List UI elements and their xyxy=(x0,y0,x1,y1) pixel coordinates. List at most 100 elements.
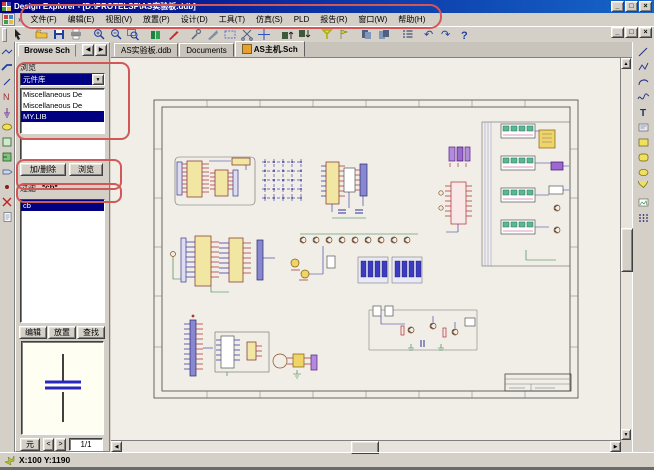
rectangle-icon[interactable] xyxy=(637,135,651,150)
browse-library-icon[interactable] xyxy=(147,27,164,42)
directive-icon[interactable] xyxy=(0,209,14,224)
annotate-pen-icon[interactable] xyxy=(164,27,181,42)
block-io[interactable] xyxy=(215,332,269,376)
menu-file[interactable]: 文件(F) xyxy=(25,14,61,25)
list-options-icon[interactable] xyxy=(398,27,415,42)
scroll-right-icon[interactable]: ▶ xyxy=(610,441,621,452)
graphic-image-icon[interactable] xyxy=(637,195,651,210)
pointer-icon[interactable] xyxy=(10,27,27,42)
arc-icon[interactable] xyxy=(637,75,651,90)
bezier-icon[interactable] xyxy=(637,90,651,105)
menu-pld[interactable]: PLD xyxy=(289,15,315,24)
menu-reports[interactable]: 报告(R) xyxy=(315,14,352,25)
menu-simulate[interactable]: 仿真(S) xyxy=(251,14,288,25)
toolbar-grip[interactable] xyxy=(2,28,7,42)
menu-place[interactable]: 放置(P) xyxy=(138,14,175,25)
add-remove-button[interactable]: 加/删除 xyxy=(20,163,66,176)
duplicate-icon[interactable] xyxy=(375,27,392,42)
undo-icon[interactable]: ↶ xyxy=(421,27,438,42)
menu-edit[interactable]: 编辑(E) xyxy=(63,14,100,25)
list-item[interactable]: Miscellaneous De xyxy=(21,89,104,100)
block-cpu-main[interactable] xyxy=(171,236,276,292)
scroll-left-icon[interactable]: ◀ xyxy=(111,441,122,452)
find-button[interactable]: 查找 xyxy=(77,326,105,339)
list-item[interactable]: Miscellaneous De xyxy=(21,100,104,111)
block-connector-purple[interactable] xyxy=(449,147,470,167)
close-button[interactable]: × xyxy=(639,1,652,12)
tab-schematic-active[interactable]: AS主机.Sch xyxy=(235,41,305,57)
port-icon[interactable] xyxy=(0,164,14,179)
scroll-down-icon[interactable]: ▼ xyxy=(621,429,631,440)
scissors-icon[interactable] xyxy=(238,27,255,42)
power-port-icon[interactable] xyxy=(0,104,14,119)
open-icon[interactable] xyxy=(33,27,50,42)
filter-icon[interactable] xyxy=(318,27,335,42)
crosshair-icon[interactable] xyxy=(255,27,272,42)
title-block[interactable] xyxy=(505,374,571,391)
tab-database[interactable]: AS实验板.ddb xyxy=(114,43,178,57)
zoom-in-icon[interactable] xyxy=(90,27,107,42)
schematic-canvas[interactable] xyxy=(111,58,621,440)
schematic-drawing[interactable] xyxy=(111,58,621,440)
menu-design[interactable]: 设计(D) xyxy=(176,14,213,25)
block-mcu[interactable] xyxy=(175,157,255,205)
list-item-selected[interactable]: cb xyxy=(21,200,104,211)
dropdown-arrow-icon[interactable]: ▼ xyxy=(92,74,104,85)
paste-copy-icon[interactable] xyxy=(358,27,375,42)
block-connector-left[interactable] xyxy=(184,315,213,376)
filter-value[interactable]: *cb* xyxy=(42,183,58,192)
round-rectangle-icon[interactable] xyxy=(637,150,651,165)
restore-button[interactable]: □ xyxy=(625,1,638,12)
junction-icon[interactable] xyxy=(0,179,14,194)
ellipse-icon[interactable] xyxy=(637,165,651,180)
line-icon[interactable] xyxy=(637,45,651,60)
help-icon[interactable]: ? xyxy=(455,27,472,42)
block-power[interactable] xyxy=(273,354,317,378)
polyline-icon[interactable] xyxy=(637,60,651,75)
list-item-selected[interactable]: MY.LIB xyxy=(21,111,104,122)
zoom-out-icon[interactable] xyxy=(107,27,124,42)
sheet-entry-icon[interactable] xyxy=(0,149,14,164)
paste-array-icon[interactable] xyxy=(637,210,651,225)
pie-icon[interactable] xyxy=(637,180,651,195)
net-label-icon[interactable]: N xyxy=(0,89,14,104)
tab-browse-sch[interactable]: Browse Sch xyxy=(18,44,76,57)
menu-chevron-icon[interactable]: » xyxy=(18,15,22,24)
edit-button[interactable]: 编辑 xyxy=(19,326,47,339)
block-interface[interactable] xyxy=(321,162,367,218)
no-erc-icon[interactable] xyxy=(0,194,14,209)
block-driver[interactable] xyxy=(439,182,472,232)
text-icon[interactable]: T xyxy=(637,105,651,120)
vertical-scroll-thumb[interactable] xyxy=(621,228,633,272)
next-part-icon[interactable]: > xyxy=(55,438,66,451)
block-analog[interactable] xyxy=(369,306,477,350)
print-icon[interactable] xyxy=(67,27,84,42)
explorer-icon[interactable] xyxy=(2,13,15,26)
zoom-area-icon[interactable] xyxy=(124,27,141,42)
block-display-drivers[interactable] xyxy=(291,234,422,283)
vertical-scrollbar[interactable]: ▲ ▼ xyxy=(620,58,632,440)
save-icon[interactable] xyxy=(50,27,67,42)
block-keypad[interactable] xyxy=(262,159,302,201)
titlebar[interactable]: Design Explorer - [D:\PROTELSP\AS实验板.ddb… xyxy=(0,0,654,13)
menu-window[interactable]: 窗口(W) xyxy=(353,14,392,25)
part-mode-button[interactable]: 元 xyxy=(20,438,40,451)
probe-icon[interactable] xyxy=(335,27,352,42)
browse-button[interactable]: 浏览 xyxy=(69,163,103,176)
panel-tab-scroll-left-icon[interactable]: ◀ xyxy=(82,44,94,56)
library-list[interactable]: Miscellaneous De Miscellaneous De MY.LIB xyxy=(20,88,105,134)
component-list[interactable]: cb xyxy=(20,199,105,323)
bus-entry-icon[interactable] xyxy=(0,74,14,89)
block-output[interactable] xyxy=(482,122,570,266)
wrench-icon[interactable] xyxy=(187,27,204,42)
library-parts-list[interactable] xyxy=(20,138,105,160)
menu-tools[interactable]: 工具(T) xyxy=(214,14,250,25)
scroll-up-icon[interactable]: ▲ xyxy=(621,58,631,69)
panel-tab-scroll-right-icon[interactable]: ▶ xyxy=(95,44,107,56)
select-rect-icon[interactable] xyxy=(221,27,238,42)
sheet-symbol-icon[interactable] xyxy=(0,134,14,149)
prev-part-icon[interactable]: < xyxy=(43,438,54,451)
library-type-dropdown[interactable]: 元件库 ▼ xyxy=(20,73,105,86)
knife-icon[interactable] xyxy=(204,27,221,42)
place-button[interactable]: 放置 xyxy=(48,326,76,339)
